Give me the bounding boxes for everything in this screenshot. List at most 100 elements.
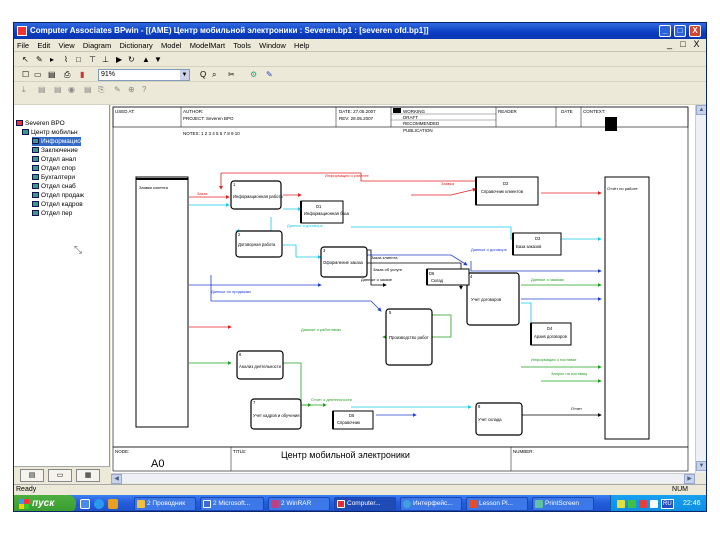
tree-item[interactable]: Отдел пер	[32, 209, 72, 218]
save-icon[interactable]: ▤	[48, 70, 56, 80]
title-bar[interactable]: Computer Associates BPwin - [(АМЕ) Центр…	[14, 23, 706, 39]
text-tool-icon[interactable]: ⊤	[89, 55, 96, 65]
activity-box[interactable]: Учет договоров 4	[466, 272, 520, 326]
tree-item[interactable]: Заключение	[32, 146, 78, 155]
tree-item[interactable]: Отдел анал	[32, 155, 76, 164]
canvas-horizontal-scrollbar[interactable]: ◀ ▶	[111, 473, 695, 484]
data-store[interactable]: D3 База заказов	[512, 232, 562, 256]
taskbar-item[interactable]: 2 WinRAR	[268, 497, 330, 511]
data-store[interactable]: D6 Склад	[426, 268, 470, 286]
activity-tool-icon[interactable]: ▸	[50, 55, 54, 65]
activity-box[interactable]: Учет склада 8	[475, 402, 523, 436]
tree-item[interactable]: Severen BPO	[16, 119, 65, 128]
zoom-out-icon[interactable]: ⌕	[212, 70, 216, 80]
close-button[interactable]: X	[689, 25, 701, 37]
play-tool-icon[interactable]: ▶	[116, 55, 122, 65]
data-store[interactable]: D4 Архив договоров	[530, 322, 572, 346]
menu-file[interactable]: File	[14, 39, 32, 50]
pen-tool-icon[interactable]: ✎	[36, 55, 43, 65]
maximize-button[interactable]: □	[674, 25, 686, 37]
menu-view[interactable]: View	[56, 39, 78, 50]
tree-item[interactable]: Отдел кадров	[32, 200, 83, 209]
activity-box[interactable]: Информационная работа 1	[230, 180, 283, 210]
tree-item[interactable]: Бухгалтери	[32, 173, 75, 182]
tab-diagrams[interactable]: ▭	[48, 469, 72, 482]
menu-help[interactable]: Help	[291, 39, 312, 50]
start-button[interactable]: пуск	[14, 495, 76, 511]
go-down-icon[interactable]: ▼	[154, 55, 162, 65]
browser-icon[interactable]	[94, 499, 104, 509]
activity-box[interactable]: Учет кадров и обучения 7	[250, 398, 302, 430]
mm-copy-icon[interactable]: ⎘	[98, 85, 104, 95]
zoom-select[interactable]: 91% ▼	[98, 69, 190, 81]
tab-objects[interactable]: ▦	[76, 469, 100, 482]
zoom-in-icon[interactable]: Q	[200, 70, 206, 80]
data-store[interactable]: D2 Справочник клиентов	[475, 176, 539, 206]
activity-box[interactable]: Анализ деятельности 6	[236, 350, 284, 380]
taskbar-item[interactable]: 2 Microsoft...	[200, 497, 264, 511]
menu-dictionary[interactable]: Dictionary	[116, 39, 155, 50]
minimize-button[interactable]: _	[659, 25, 671, 37]
menu-window[interactable]: Window	[256, 39, 289, 50]
taskbar-item-active[interactable]: Computer...	[334, 497, 396, 511]
mm-edit-icon[interactable]: ✎	[114, 85, 121, 95]
diagram-canvas[interactable]: USED AT: AUTHOR: PROJECT: Severen BPO NO…	[111, 105, 695, 473]
activity-box[interactable]: Договорная работа 2	[235, 230, 283, 258]
menu-edit[interactable]: Edit	[34, 39, 53, 50]
language-indicator[interactable]: RU	[661, 499, 674, 509]
antivirus-icon[interactable]	[628, 500, 636, 508]
arrow-tool-icon[interactable]: ⌇	[64, 55, 68, 65]
tree-item-selected[interactable]: Информацио	[32, 137, 81, 146]
activity-box[interactable]: Производство работ 5	[385, 308, 433, 366]
chevron-down-icon[interactable]: ▼	[180, 70, 189, 80]
tree-item[interactable]: Отдел продаж	[32, 191, 84, 200]
tree-item[interactable]: Отдел снаб	[32, 182, 76, 191]
data-store[interactable]: D1 Информационная база	[300, 200, 350, 224]
volume-icon[interactable]	[650, 500, 658, 508]
media-icon[interactable]	[108, 499, 118, 509]
show-desktop-icon[interactable]	[80, 499, 90, 509]
go-up-icon[interactable]: ▲	[142, 55, 150, 65]
scroll-up-icon[interactable]: ▲	[696, 105, 706, 115]
model-explorer-icon[interactable]: ⚙	[250, 70, 257, 80]
tree-item[interactable]: Отдел спор	[32, 164, 76, 173]
menu-modelmart[interactable]: ModelMart	[187, 39, 228, 50]
menu-diagram[interactable]: Diagram	[80, 39, 114, 50]
menu-tools[interactable]: Tools	[230, 39, 254, 50]
scroll-right-icon[interactable]: ▶	[684, 474, 695, 484]
network-icon[interactable]	[617, 500, 625, 508]
mdi-restore-button[interactable]: □	[677, 39, 688, 49]
mm-connect-icon[interactable]: ⤓	[22, 85, 26, 95]
mm-save-icon[interactable]: ▤	[54, 85, 62, 95]
pointer-tool-icon[interactable]: ↖	[22, 55, 29, 65]
mm-open-icon[interactable]: ▤	[38, 85, 46, 95]
data-store[interactable]: D5 Справочник	[332, 410, 374, 430]
taskbar-item[interactable]: Lesson Pl...	[466, 497, 528, 511]
taskbar-item[interactable]: Интерфейс...	[400, 497, 462, 511]
scroll-left-icon[interactable]: ◀	[111, 474, 122, 484]
mm-help-icon[interactable]: ?	[142, 85, 146, 95]
tree-item[interactable]: Центр мобильн	[22, 128, 78, 137]
taskbar-item[interactable]: PrintScreen	[532, 497, 594, 511]
print-icon[interactable]: ⎙	[64, 70, 70, 80]
activity-box[interactable]: Оформление заказа 3	[320, 246, 368, 278]
mm-list-icon[interactable]: ▤	[84, 85, 92, 95]
scroll-down-icon[interactable]: ▼	[696, 461, 706, 471]
squiggle-tool-icon[interactable]: ⊥	[102, 55, 109, 65]
taskbar-item[interactable]: 2 Проводник	[134, 497, 196, 511]
tab-activities[interactable]: ▤	[20, 469, 44, 482]
open-icon[interactable]: ▭	[34, 70, 42, 80]
new-icon[interactable]: ☐	[22, 70, 29, 80]
color-icon[interactable]: ▮	[80, 70, 84, 80]
report-icon[interactable]: ✎	[266, 70, 273, 80]
mdi-minimize-button[interactable]: _	[664, 39, 675, 49]
mdi-close-button[interactable]: X	[691, 39, 702, 49]
update-icon[interactable]	[639, 500, 647, 508]
menu-model[interactable]: Model	[158, 39, 184, 50]
refresh-tool-icon[interactable]: ↻	[128, 55, 135, 65]
mm-add-icon[interactable]: ⊕	[128, 85, 135, 95]
box-tool-icon[interactable]: □	[76, 55, 81, 65]
cut-icon[interactable]: ✂	[228, 70, 235, 80]
mm-lock-icon[interactable]: ◉	[68, 85, 75, 95]
canvas-vertical-scrollbar[interactable]: ▲ ▼	[695, 105, 706, 473]
